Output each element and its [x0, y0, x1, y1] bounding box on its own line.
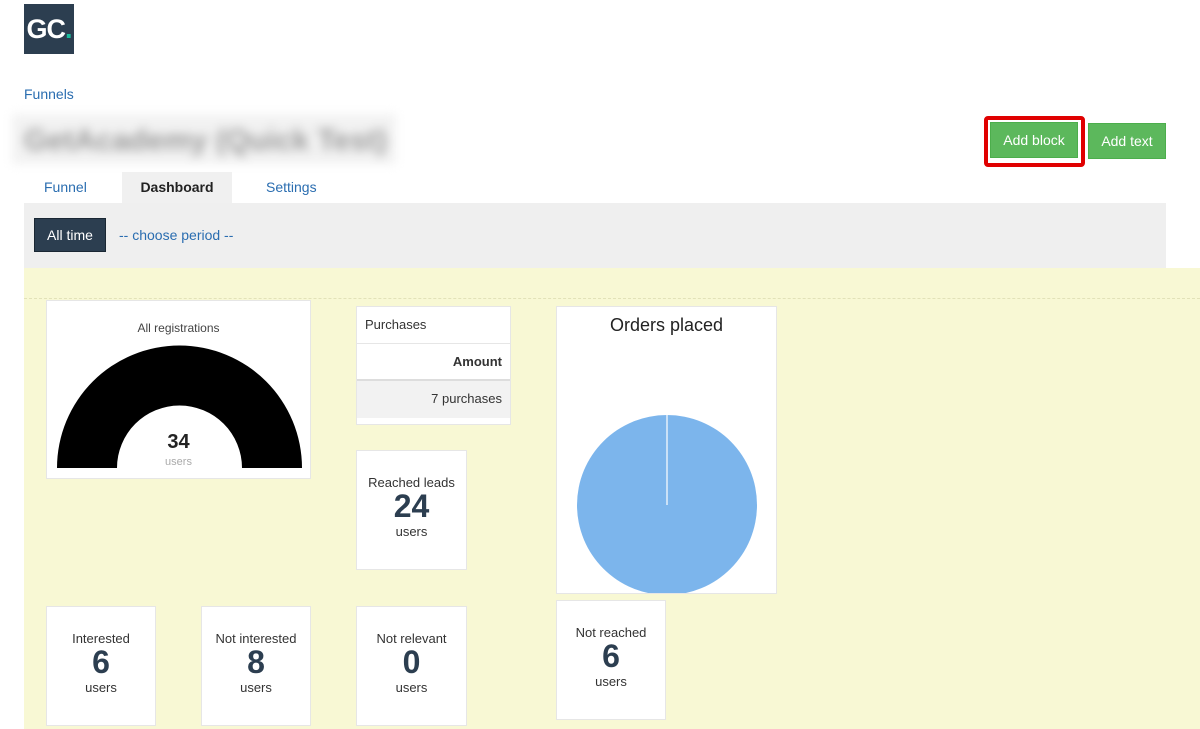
purchases-column-header: Amount [357, 344, 510, 381]
logo-dot: . [64, 13, 72, 44]
not-interested-unit: users [240, 679, 272, 695]
not-relevant-card: Not relevant 0 users [356, 606, 467, 726]
not-interested-value: 8 [247, 644, 265, 680]
interested-value: 6 [92, 644, 110, 680]
not-reached-card: Not reached 6 users [556, 600, 666, 720]
reached-leads-value: 24 [393, 488, 430, 524]
tab-settings[interactable]: Settings [232, 172, 337, 203]
tab-funnel[interactable]: Funnel [24, 172, 122, 203]
purchases-title: Purchases [357, 307, 510, 344]
reached-leads-unit: users [395, 523, 428, 539]
reached-leads-card: Reached leads 24 users [356, 450, 467, 570]
breadcrumb-funnels[interactable]: Funnels [24, 86, 74, 102]
tab-dashboard[interactable]: Dashboard [122, 172, 232, 203]
not-relevant-value: 0 [402, 644, 421, 680]
registrations-card: All registrations 34 users [46, 300, 311, 479]
registrations-title: All registrations [137, 321, 220, 335]
purchases-card: Purchases Amount 7 purchases [356, 306, 511, 425]
orders-pie-chart [577, 415, 757, 593]
logo-text: GC [26, 13, 65, 44]
not-relevant-unit: users [395, 679, 428, 695]
registrations-value: 34 [167, 431, 190, 453]
all-time-button[interactable]: All time [34, 218, 106, 252]
not-interested-card: Not interested 8 users [201, 606, 311, 726]
choose-period-link[interactable]: -- choose period -- [119, 227, 233, 243]
not-reached-unit: users [595, 673, 627, 689]
registrations-unit: users [165, 456, 192, 468]
period-bar: All time -- choose period -- [24, 203, 1166, 268]
tab-bar: Funnel Dashboard Settings [24, 172, 337, 203]
dashboard-divider [24, 298, 1200, 299]
page-title: GetAcademy (Quick Test) [12, 114, 396, 164]
interested-card: Interested 6 users [46, 606, 156, 726]
logo[interactable]: GC. [24, 4, 74, 54]
add-text-button[interactable]: Add text [1088, 123, 1166, 159]
purchases-row: 7 purchases [357, 381, 510, 418]
orders-card: Orders placed [556, 306, 777, 594]
not-reached-value: 6 [602, 638, 620, 674]
add-block-button[interactable]: Add block [990, 122, 1078, 158]
interested-unit: users [85, 679, 117, 695]
